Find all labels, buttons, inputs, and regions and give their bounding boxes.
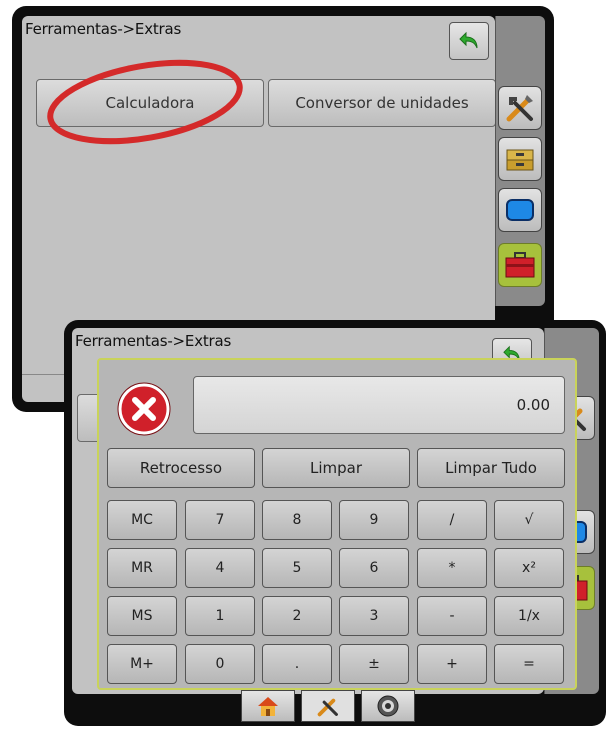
- key-5[interactable]: 5: [262, 548, 332, 588]
- key-label: 9: [369, 512, 379, 528]
- key-6[interactable]: 6: [339, 548, 409, 588]
- bottom-tab-bar: [241, 690, 421, 726]
- clear-key[interactable]: Limpar: [262, 448, 410, 488]
- key-label: MR: [131, 560, 153, 576]
- backspace-key-label: Retrocesso: [139, 459, 223, 477]
- clear-all-key[interactable]: Limpar Tudo: [417, 448, 565, 488]
- tab-gauge[interactable]: [361, 690, 415, 722]
- key-label: x²: [522, 560, 536, 576]
- tab-home[interactable]: [241, 690, 295, 722]
- back-arrow-icon: [459, 31, 478, 49]
- key-label: =: [523, 656, 535, 672]
- key-label: 6: [369, 560, 379, 576]
- key-label: MS: [131, 608, 153, 624]
- key-label: /: [449, 512, 455, 528]
- key-label: MC: [131, 512, 153, 528]
- gauge-icon: [377, 695, 399, 717]
- home-icon: [258, 697, 278, 716]
- key-sqrt[interactable]: √: [494, 500, 564, 540]
- key-label: 7: [215, 512, 225, 528]
- key-add[interactable]: +: [417, 644, 487, 684]
- key-label: .: [294, 656, 300, 672]
- key-label: ±: [368, 656, 380, 672]
- toolbox-icon: [505, 252, 535, 278]
- page-title: Ferramentas->Extras: [25, 20, 182, 38]
- key-m-plus[interactable]: M+: [107, 644, 177, 684]
- key-9[interactable]: 9: [339, 500, 409, 540]
- back-button[interactable]: [449, 22, 489, 60]
- display-value: 0.00: [516, 396, 550, 414]
- key-3[interactable]: 3: [339, 596, 409, 636]
- key-label: √: [524, 512, 534, 528]
- key-7[interactable]: 7: [185, 500, 255, 540]
- key-multiply[interactable]: *: [417, 548, 487, 588]
- close-icon: [117, 382, 171, 436]
- key-label: 4: [215, 560, 225, 576]
- key-label: 0: [215, 656, 225, 672]
- tab-tools[interactable]: [301, 690, 355, 722]
- backspace-key[interactable]: Retrocesso: [107, 448, 255, 488]
- clear-all-key-label: Limpar Tudo: [445, 459, 537, 477]
- key-square[interactable]: x²: [494, 548, 564, 588]
- key-reciprocal[interactable]: 1/x: [494, 596, 564, 636]
- key-ms[interactable]: MS: [107, 596, 177, 636]
- sidebar-item-storage[interactable]: [498, 137, 542, 181]
- sidebar-item-display[interactable]: [498, 188, 542, 232]
- key-label: 1: [215, 608, 225, 624]
- key-2[interactable]: 2: [262, 596, 332, 636]
- tools-icon: [506, 95, 533, 122]
- page-title-front: Ferramentas->Extras: [75, 332, 232, 350]
- key-label: M+: [130, 656, 154, 672]
- key-label: 2: [292, 608, 302, 624]
- key-label: *: [448, 560, 456, 576]
- key-label: 3: [369, 608, 379, 624]
- sidebar-item-tools[interactable]: [498, 86, 542, 130]
- sidebar: [495, 16, 545, 306]
- key-0[interactable]: 0: [185, 644, 255, 684]
- tools-icon: [317, 698, 338, 717]
- key-4[interactable]: 4: [185, 548, 255, 588]
- key-mr[interactable]: MR: [107, 548, 177, 588]
- unit-converter-button[interactable]: Conversor de unidades: [268, 79, 495, 127]
- key-label: 8: [292, 512, 302, 528]
- key-mc[interactable]: MC: [107, 500, 177, 540]
- key-1[interactable]: 1: [185, 596, 255, 636]
- monitor-icon: [506, 199, 534, 221]
- drawer-icon: [506, 149, 534, 171]
- key-label: 5: [292, 560, 302, 576]
- key-label: +: [446, 656, 458, 672]
- key-label: 1/x: [518, 608, 540, 624]
- unit-converter-button-label: Conversor de unidades: [295, 94, 469, 112]
- sidebar-item-toolbox[interactable]: [498, 243, 542, 287]
- calculator-dialog: 0.00 Retrocesso Limpar Limpar Tudo MC 7 8 9…: [97, 358, 577, 690]
- key-label: -: [449, 608, 455, 624]
- key-plus-minus[interactable]: ±: [339, 644, 409, 684]
- clear-key-label: Limpar: [309, 459, 363, 477]
- key-divide[interactable]: /: [417, 500, 487, 540]
- key-equals[interactable]: =: [494, 644, 564, 684]
- key-8[interactable]: 8: [262, 500, 332, 540]
- key-decimal[interactable]: .: [262, 644, 332, 684]
- highlight-circle: [47, 59, 243, 145]
- calculator-display: 0.00: [193, 376, 565, 434]
- key-subtract[interactable]: -: [417, 596, 487, 636]
- close-button[interactable]: [117, 382, 171, 436]
